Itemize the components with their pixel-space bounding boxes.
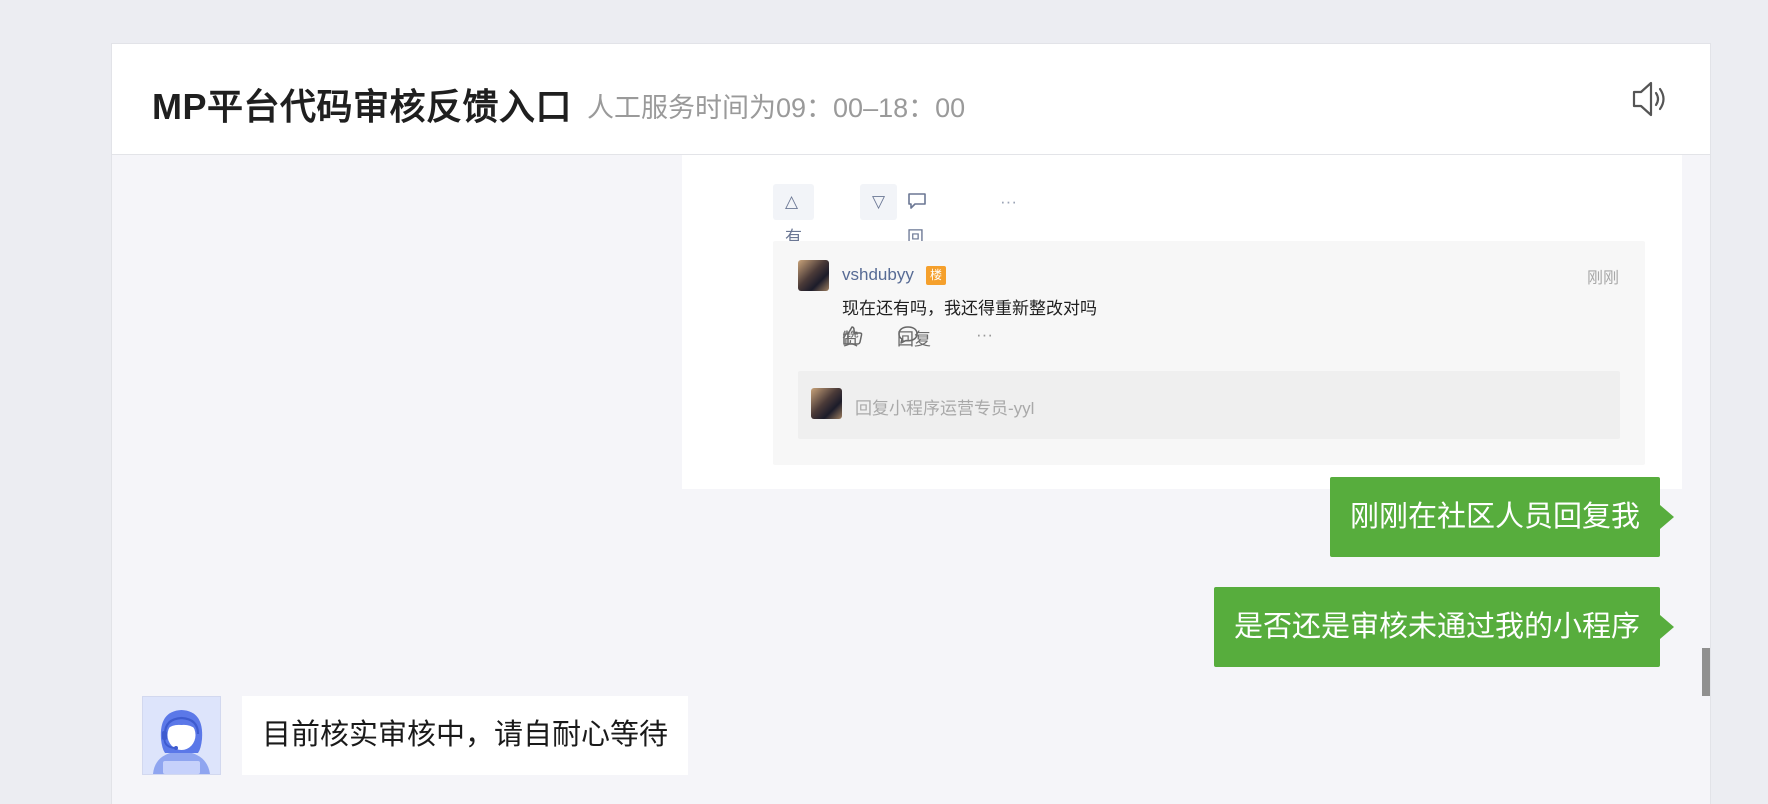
reply-username[interactable]: vshdubyy xyxy=(842,265,914,285)
reply-count-button[interactable]: 回复 1 xyxy=(907,184,927,319)
more-button[interactable]: ··· xyxy=(1000,184,1017,220)
page-title: MP平台代码审核反馈入口 xyxy=(152,86,573,127)
floor-badge: 楼 xyxy=(926,266,946,285)
user-message-bubble: 刚刚在社区人员回复我 xyxy=(1329,477,1675,557)
avatar[interactable] xyxy=(798,260,829,291)
reply-input-placeholder: 回复小程序运营专员-yyl xyxy=(855,399,1035,418)
reply-time: 刚刚 xyxy=(1586,270,1619,287)
more-button[interactable]: ··· xyxy=(976,325,993,345)
avatar xyxy=(811,388,842,419)
customer-service-icon xyxy=(143,697,220,774)
service-hours: 人工服务时间为09：00–18：00 xyxy=(587,93,966,123)
reply-label: 回复 xyxy=(897,330,931,349)
comment-icon xyxy=(907,192,927,211)
scrollbar-thumb[interactable] xyxy=(1702,648,1710,696)
reply-input[interactable]: 回复小程序运营专员-yyl xyxy=(798,371,1620,439)
agent-avatar xyxy=(142,696,221,775)
user-message-bubble: 是否还是审核未通过我的小程序 xyxy=(1213,587,1675,667)
community-screenshot-card: △ 有用 ▽ 回复 1 ··· vshdubyy 楼 刚刚 现在还有吗，我还得重… xyxy=(682,144,1682,489)
downvote-button[interactable]: ▽ xyxy=(860,184,898,220)
chat-window: MP平台代码审核反馈入口 人工服务时间为09：00–18：00 △ 有用 ▽ 回… xyxy=(112,44,1710,804)
chat-header: MP平台代码审核反馈入口 人工服务时间为09：00–18：00 xyxy=(112,44,1710,155)
useful-button[interactable]: △ 有用 xyxy=(773,184,814,283)
speaker-icon[interactable] xyxy=(1630,79,1670,119)
agent-message-bubble: 目前核实审核中，请自耐心等待 xyxy=(242,696,689,775)
reply-block: vshdubyy 楼 刚刚 现在还有吗，我还得重新整改对吗 赞 回复 ··· 回… xyxy=(773,241,1645,465)
like-label: 赞 xyxy=(842,330,859,349)
reply-text: 现在还有吗，我还得重新整改对吗 xyxy=(842,299,1097,318)
